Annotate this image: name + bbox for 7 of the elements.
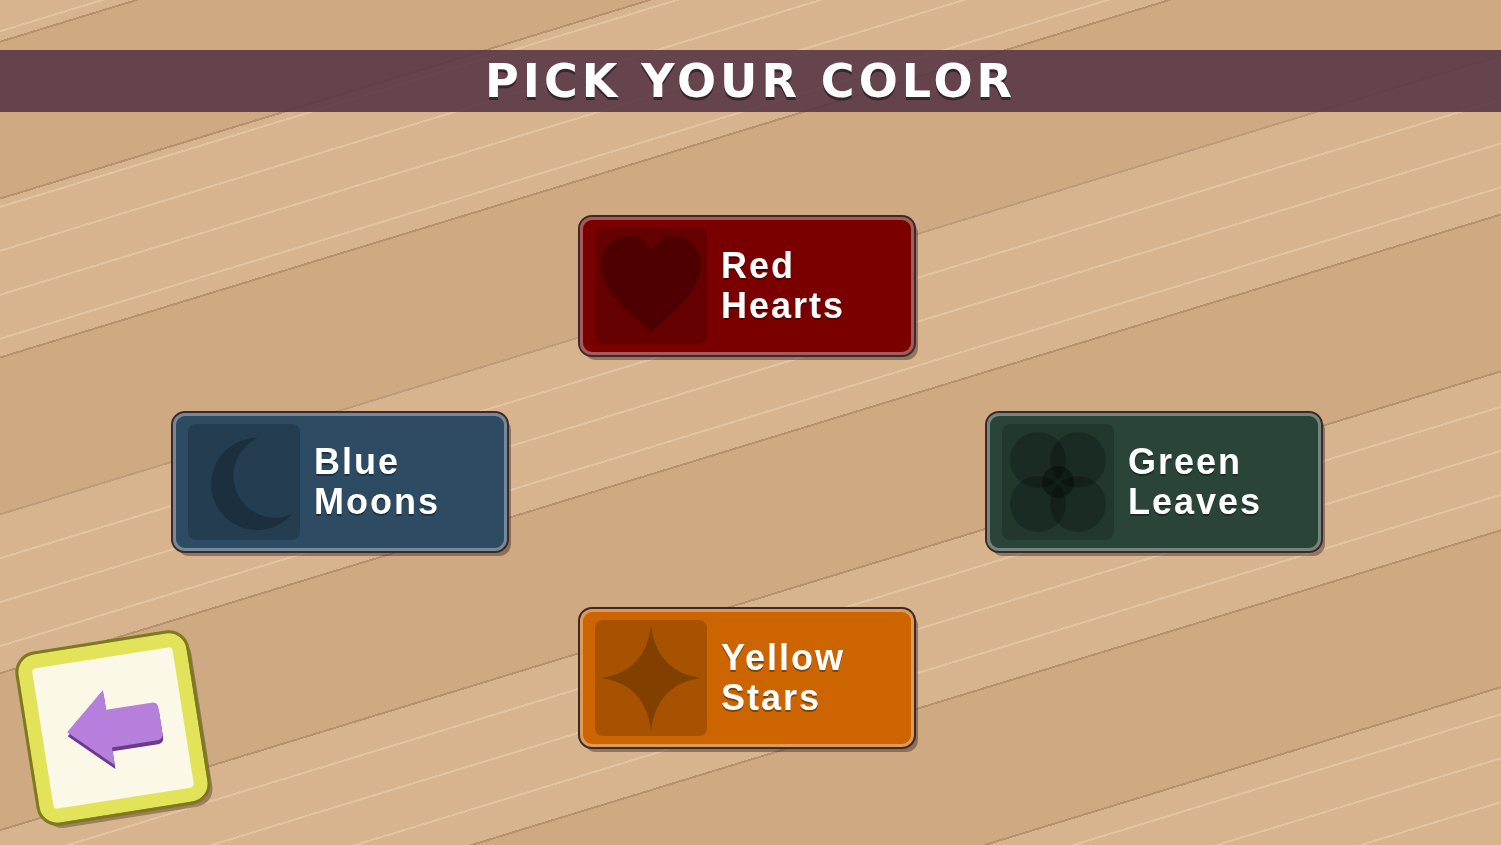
color-option-button[interactable]: Green Leaves <box>987 413 1321 551</box>
color-option-button[interactable]: Red Hearts <box>580 217 914 355</box>
screen-title: PICK YOUR COLOR <box>485 54 1016 108</box>
flower-icon <box>1002 424 1114 540</box>
color-option-button[interactable]: Yellow Stars <box>580 609 914 747</box>
color-option-button[interactable]: Blue Moons <box>173 413 507 551</box>
moon-icon <box>188 424 300 540</box>
